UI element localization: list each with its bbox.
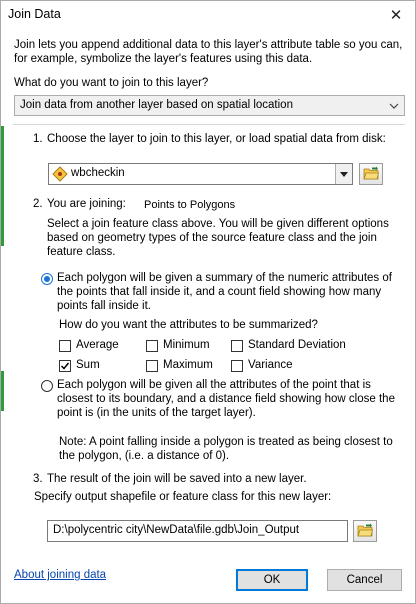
point-layer-icon — [52, 166, 68, 182]
variance-checkbox[interactable] — [231, 360, 243, 372]
variance-label: Variance — [248, 359, 293, 371]
join-question: What do you want to join to this layer? — [14, 77, 209, 89]
layer-dropdown[interactable]: wbcheckin — [48, 163, 353, 185]
side-accent-bar — [1, 371, 4, 411]
open-folder-button[interactable] — [359, 163, 383, 185]
chevron-down-icon — [335, 164, 352, 184]
cancel-button[interactable]: Cancel — [327, 569, 402, 591]
join-type-value: Join data from another layer based on sp… — [20, 99, 293, 111]
step1-label: Choose the layer to join to this layer, … — [47, 133, 386, 145]
dialog-title: Join Data — [8, 7, 61, 21]
closest-option-radio[interactable] — [41, 380, 53, 392]
intro-text: Join lets you append additional data to … — [14, 39, 403, 65]
sum-checkbox[interactable] — [59, 360, 71, 372]
cancel-button-label: Cancel — [346, 574, 383, 586]
about-joining-link[interactable]: About joining data — [14, 569, 106, 581]
ok-button-label: OK — [263, 574, 281, 586]
standard-deviation-checkbox[interactable] — [231, 340, 243, 352]
output-path-value: D:\polycentric city\NewData\file.gdb\Joi… — [53, 524, 300, 536]
sum-label: Sum — [76, 359, 100, 371]
minimum-label: Minimum — [163, 339, 210, 351]
step1-number: 1. — [33, 133, 43, 145]
maximum-label: Maximum — [163, 359, 213, 371]
maximum-checkbox[interactable] — [146, 360, 158, 372]
title-bar: Join Data ✕ — [1, 1, 415, 28]
separator — [13, 124, 405, 125]
standard-deviation-label: Standard Deviation — [248, 339, 346, 351]
summarize-question: How do you want the attributes to be sum… — [59, 319, 318, 331]
close-button[interactable]: ✕ — [377, 1, 415, 28]
output-path-input[interactable]: D:\polycentric city\NewData\file.gdb\Joi… — [47, 520, 348, 542]
summary-option-radio[interactable] — [41, 273, 53, 285]
step2-number: 2. — [33, 198, 43, 210]
folder-icon — [363, 166, 380, 183]
side-accent-bar — [1, 126, 4, 246]
note-text: Note: A point falling inside a polygon i… — [59, 436, 393, 462]
join-type-dropdown[interactable]: Join data from another layer based on sp… — [14, 95, 405, 116]
minimum-checkbox[interactable] — [146, 340, 158, 352]
layer-value: wbcheckin — [71, 167, 125, 179]
average-label: Average — [76, 339, 119, 351]
browse-output-button[interactable] — [353, 520, 377, 542]
step2-label: You are joining: — [47, 198, 126, 210]
ok-button[interactable]: OK — [236, 569, 308, 591]
join-data-dialog: Join Data ✕ Join lets you append additio… — [0, 0, 416, 604]
close-icon: ✕ — [389, 6, 403, 24]
step2-description: Select a join feature class above. You w… — [47, 218, 389, 258]
folder-icon — [357, 523, 374, 540]
average-checkbox[interactable] — [59, 340, 71, 352]
join-kind: Points to Polygons — [144, 199, 236, 211]
summary-option-text: Each polygon will be given a summary of … — [57, 272, 392, 312]
output-label: Specify output shapefile or feature clas… — [34, 491, 332, 503]
step3-number: 3. — [33, 473, 43, 485]
closest-option-text: Each polygon will be given all the attri… — [57, 379, 395, 419]
checkmark-icon — [60, 362, 70, 370]
chevron-down-icon — [386, 96, 402, 115]
step3-label: The result of the join will be saved int… — [47, 473, 307, 485]
